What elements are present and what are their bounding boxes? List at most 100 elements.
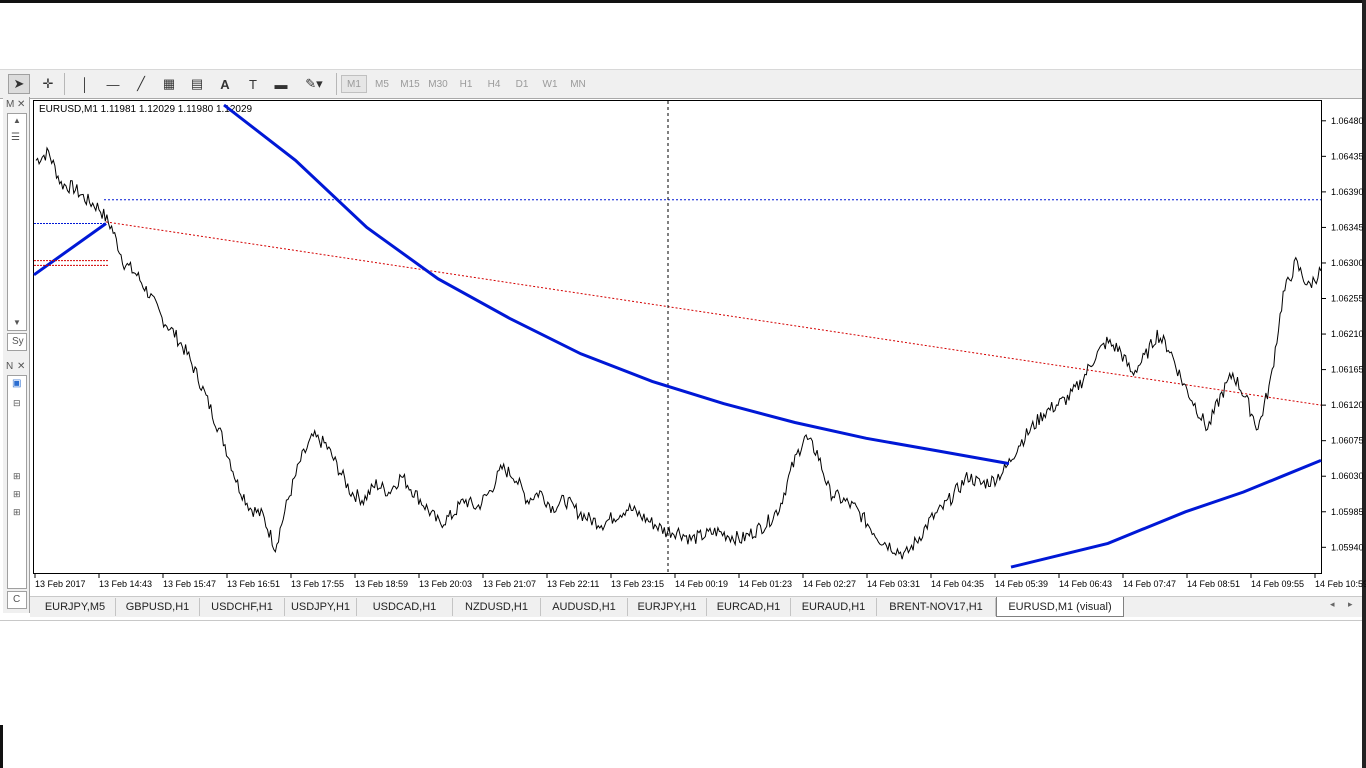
y-tick-label: 1.06255 <box>1331 294 1364 304</box>
navigator-label: N <box>6 361 14 372</box>
scroll-down-icon[interactable]: ▼ <box>13 318 21 327</box>
tab-eurjpy-m5[interactable]: EURJPY,M5 <box>35 598 116 616</box>
crosshair-icon[interactable]: ✛ <box>37 74 59 94</box>
x-tick-label: 14 Feb 07:47 <box>1123 579 1176 589</box>
timeframe-m5[interactable]: M5 <box>369 75 395 93</box>
close-icon[interactable]: ✕ <box>17 99 25 110</box>
text-icon[interactable]: A <box>214 74 236 94</box>
navigator-tree[interactable]: ▣ ⊟ ⊞ ⊞ ⊞ <box>7 375 27 589</box>
red-dotted-trendline <box>105 221 1322 406</box>
trendline-icon[interactable]: ╱ <box>130 74 152 94</box>
shapes-dropdown-icon[interactable]: ✎▾ <box>300 74 328 94</box>
y-tick-label: 1.06075 <box>1331 436 1364 446</box>
window-left-border <box>0 725 3 768</box>
timeframe-mn[interactable]: MN <box>565 75 591 93</box>
x-tick-label: 13 Feb 23:15 <box>611 579 664 589</box>
x-tick-label: 14 Feb 04:35 <box>931 579 984 589</box>
x-tick-label: 13 Feb 15:47 <box>163 579 216 589</box>
x-tick-label: 14 Feb 06:43 <box>1059 579 1112 589</box>
panel-divider <box>0 620 1362 621</box>
x-tick-label: 13 Feb 2017 <box>35 579 86 589</box>
y-tick-label: 1.06030 <box>1331 471 1364 481</box>
x-tick-label: 13 Feb 14:43 <box>99 579 152 589</box>
x-tick-label: 14 Feb 09:55 <box>1251 579 1304 589</box>
drawing-toolbar: ➤ ✛ │ — ╱ ▦ ▤ A T ▬ ✎▾ M1 M5 M15 M30 H1 H4 D1 W… <box>0 69 1362 99</box>
tab-prev-icon[interactable]: ◂ <box>1330 599 1335 610</box>
tab-gbpusd-h1[interactable]: GBPUSD,H1 <box>116 598 200 616</box>
symbols-tab-label: Sy <box>12 336 24 347</box>
y-tick-label: 1.06210 <box>1331 329 1364 339</box>
tab-usdcad-h1[interactable]: USDCAD,H1 <box>357 598 453 616</box>
y-tick-label: 1.06120 <box>1331 400 1364 410</box>
timeframe-m1[interactable]: M1 <box>341 75 367 93</box>
chart-canvas[interactable]: EURUSD,M1 1.11981 1.12029 1.11980 1.1202… <box>33 101 1366 601</box>
tab-euraud-h1[interactable]: EURAUD,H1 <box>791 598 877 616</box>
x-tick-label: 14 Feb 10:59 <box>1315 579 1366 589</box>
blue-segment-left <box>33 222 107 277</box>
side-panel: M ✕ ▲ ☰ ▼ Sy N ✕ ▣ ⊟ ⊞ ⊞ ⊞ C <box>3 97 30 613</box>
common-tab[interactable]: C <box>7 591 27 609</box>
blue-regression-curve-upper <box>223 103 1010 466</box>
folder-icon: ▣ <box>12 378 22 389</box>
expand-icon[interactable]: ⊞ <box>13 507 21 518</box>
x-tick-label: 13 Feb 22:11 <box>547 579 599 589</box>
tab-eurusd-m1-visual[interactable]: EURUSD,M1 (visual) <box>996 597 1124 617</box>
text-label-icon[interactable]: T <box>242 74 264 94</box>
chart-header: EURUSD,M1 1.11981 1.12029 1.11980 1.1202… <box>39 104 253 115</box>
blue-regression-curve-lower <box>1010 459 1322 569</box>
timeframe-h4[interactable]: H4 <box>481 75 507 93</box>
timeframe-m15[interactable]: M15 <box>397 75 423 93</box>
tab-eurcad-h1[interactable]: EURCAD,H1 <box>707 598 791 616</box>
timeframe-w1[interactable]: W1 <box>537 75 563 93</box>
y-tick-label: 1.06435 <box>1331 151 1364 161</box>
tab-usdjpy-h1[interactable]: USDJPY,H1 <box>285 598 357 616</box>
common-tab-label: C <box>13 594 21 605</box>
tab-audusd-h1[interactable]: AUDUSD,H1 <box>541 598 628 616</box>
x-tick-label: 13 Feb 20:03 <box>419 579 472 589</box>
y-tick-label: 1.06300 <box>1331 258 1364 268</box>
timeframe-h1[interactable]: H1 <box>453 75 479 93</box>
x-tick-label: 14 Feb 02:27 <box>803 579 856 589</box>
tab-brent-nov17-h1[interactable]: BRENT-NOV17,H1 <box>877 598 996 616</box>
y-tick-label: 1.05940 <box>1331 542 1364 552</box>
rectangle-icon[interactable]: ▬ <box>270 74 292 94</box>
tab-nzdusd-h1[interactable]: NZDUSD,H1 <box>453 598 541 616</box>
x-tick-label: 14 Feb 05:39 <box>995 579 1048 589</box>
x-tick-label: 14 Feb 08:51 <box>1187 579 1240 589</box>
x-tick-label: 13 Feb 16:51 <box>227 579 280 589</box>
timeframe-d1[interactable]: D1 <box>509 75 535 93</box>
horizontal-line-icon[interactable]: — <box>102 74 124 94</box>
expand-icon[interactable]: ⊞ <box>13 489 21 500</box>
toolbar-separator <box>64 73 65 95</box>
x-tick-label: 14 Feb 01:23 <box>739 579 792 589</box>
market-watch-list[interactable]: ▲ ☰ ▼ <box>7 113 27 331</box>
tab-usdchf-h1[interactable]: USDCHF,H1 <box>200 598 285 616</box>
x-tick-label: 14 Feb 00:19 <box>675 579 728 589</box>
x-tick-label: 13 Feb 18:59 <box>355 579 408 589</box>
vertical-line-icon[interactable]: │ <box>74 74 96 94</box>
price-chart[interactable]: EURUSD,M1 1.11981 1.12029 1.11980 1.1202… <box>33 100 1366 589</box>
y-tick-label: 1.06345 <box>1331 222 1364 232</box>
x-tick-label: 13 Feb 17:55 <box>291 579 344 589</box>
y-tick-label: 1.05985 <box>1331 507 1364 517</box>
price-line <box>35 146 1322 560</box>
tab-eurjpy-h1[interactable]: EURJPY,H1 <box>628 598 707 616</box>
collapse-icon[interactable]: ⊟ <box>13 398 21 409</box>
window-top-border <box>0 0 1366 3</box>
tab-next-icon[interactable]: ▸ <box>1348 599 1353 610</box>
y-tick-label: 1.06165 <box>1331 365 1364 375</box>
x-tick-label: 14 Feb 03:31 <box>867 579 920 589</box>
market-watch-label: M <box>6 99 15 110</box>
timeframe-m30[interactable]: M30 <box>425 75 451 93</box>
symbols-tab[interactable]: Sy <box>7 333 27 351</box>
y-tick-label: 1.06390 <box>1331 187 1364 197</box>
cursor-icon[interactable]: ➤ <box>8 74 30 94</box>
toolbar-separator <box>336 73 337 95</box>
close-icon[interactable]: ✕ <box>17 361 25 372</box>
scroll-up-icon[interactable]: ▲ <box>13 116 21 125</box>
equidistant-channel-icon[interactable]: ▦ <box>158 74 180 94</box>
fibonacci-icon[interactable]: ▤ <box>186 74 208 94</box>
x-tick-label: 13 Feb 21:07 <box>483 579 536 589</box>
scroll-thumb[interactable]: ☰ <box>11 132 20 143</box>
expand-icon[interactable]: ⊞ <box>13 471 21 482</box>
